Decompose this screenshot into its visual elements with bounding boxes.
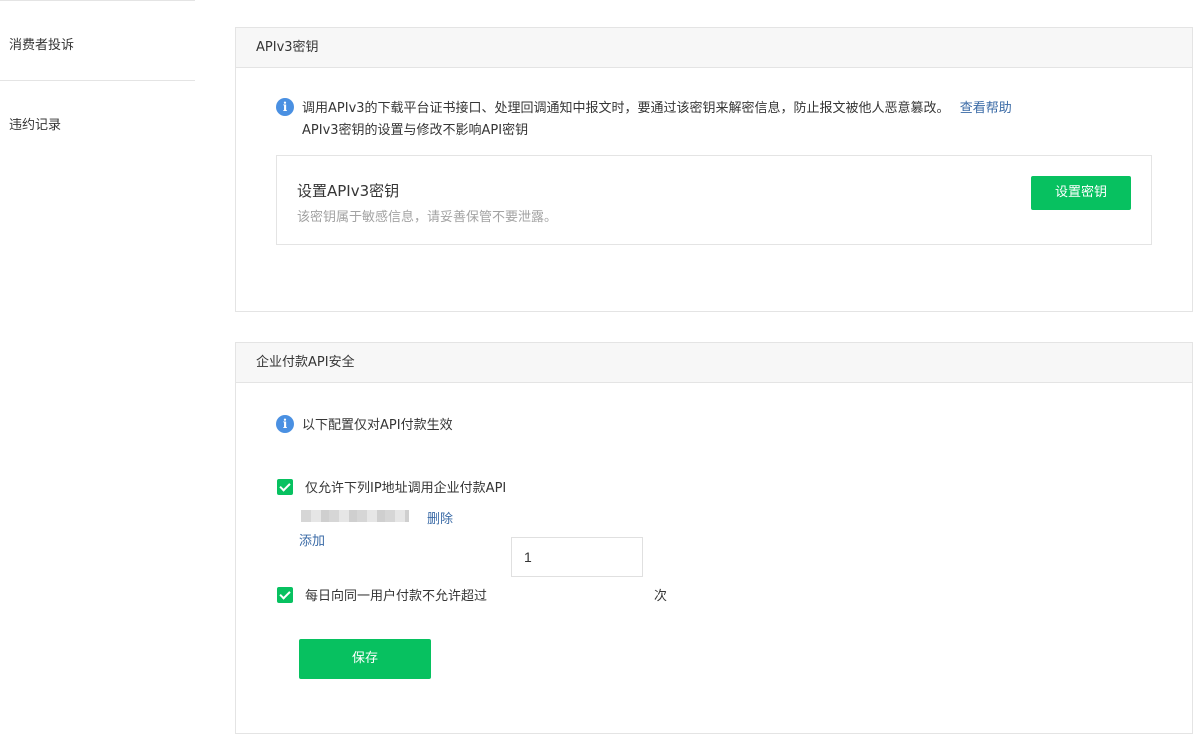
sidebar: 消费者投诉 违约记录 bbox=[0, 0, 195, 753]
daily-limit-input[interactable] bbox=[511, 537, 643, 577]
save-button[interactable]: 保存 bbox=[299, 639, 431, 679]
ip-whitelist-checkbox[interactable] bbox=[277, 478, 293, 495]
apiv3-info: i 调用APIv3的下载平台证书接口、处理回调通知中报文时，要通过该密钥来解密信… bbox=[276, 98, 1012, 142]
apiv3-info-note: APIv3密钥的设置与修改不影响API密钥 bbox=[302, 123, 529, 138]
daily-limit-checkbox[interactable] bbox=[277, 586, 293, 603]
set-key-title: 设置APIv3密钥 bbox=[297, 182, 400, 200]
sidebar-item-violation-records[interactable]: 违约记录 bbox=[9, 114, 61, 133]
payment-api-security-panel: 企业付款API安全 i 以下配置仅对API付款生效 仅允许下列IP地址调用企业付… bbox=[235, 342, 1193, 734]
daily-limit-unit: 次 bbox=[654, 589, 668, 604]
ip-whitelist-row: 仅允许下列IP地址调用企业付款API bbox=[277, 477, 506, 496]
panel-title: 企业付款API安全 bbox=[236, 343, 1192, 383]
sidebar-item-consumer-complaints[interactable]: 消费者投诉 bbox=[9, 34, 74, 53]
payment-info: i 以下配置仅对API付款生效 bbox=[276, 415, 453, 437]
info-icon: i bbox=[276, 415, 294, 433]
sidebar-divider bbox=[0, 80, 195, 81]
panel-title: APIv3密钥 bbox=[236, 28, 1192, 68]
apiv3-info-text: 调用APIv3的下载平台证书接口、处理回调通知中报文时，要通过该密钥来解密信息，… bbox=[302, 101, 950, 116]
daily-limit-label: 每日向同一用户付款不允许超过 bbox=[305, 589, 488, 604]
apiv3-key-panel: APIv3密钥 i 调用APIv3的下载平台证书接口、处理回调通知中报文时，要通… bbox=[235, 27, 1193, 312]
main-content: APIv3密钥 i 调用APIv3的下载平台证书接口、处理回调通知中报文时，要通… bbox=[195, 0, 1201, 753]
set-key-description: 该密钥属于敏感信息，请妥善保管不要泄露。 bbox=[297, 210, 558, 225]
ip-whitelist-label: 仅允许下列IP地址调用企业付款API bbox=[305, 481, 507, 496]
delete-ip-link[interactable]: 删除 bbox=[427, 508, 453, 527]
sidebar-divider bbox=[0, 0, 195, 1]
help-link[interactable]: 查看帮助 bbox=[960, 101, 1012, 116]
set-key-box: 设置APIv3密钥 该密钥属于敏感信息，请妥善保管不要泄露。 设置密钥 bbox=[276, 155, 1152, 245]
ip-address-redacted bbox=[301, 510, 409, 522]
set-key-button[interactable]: 设置密钥 bbox=[1031, 176, 1131, 210]
info-icon: i bbox=[276, 98, 294, 116]
daily-limit-row: 每日向同一用户付款不允许超过 bbox=[277, 585, 487, 604]
add-ip-link[interactable]: 添加 bbox=[299, 530, 325, 549]
payment-info-text: 以下配置仅对API付款生效 bbox=[302, 418, 453, 433]
